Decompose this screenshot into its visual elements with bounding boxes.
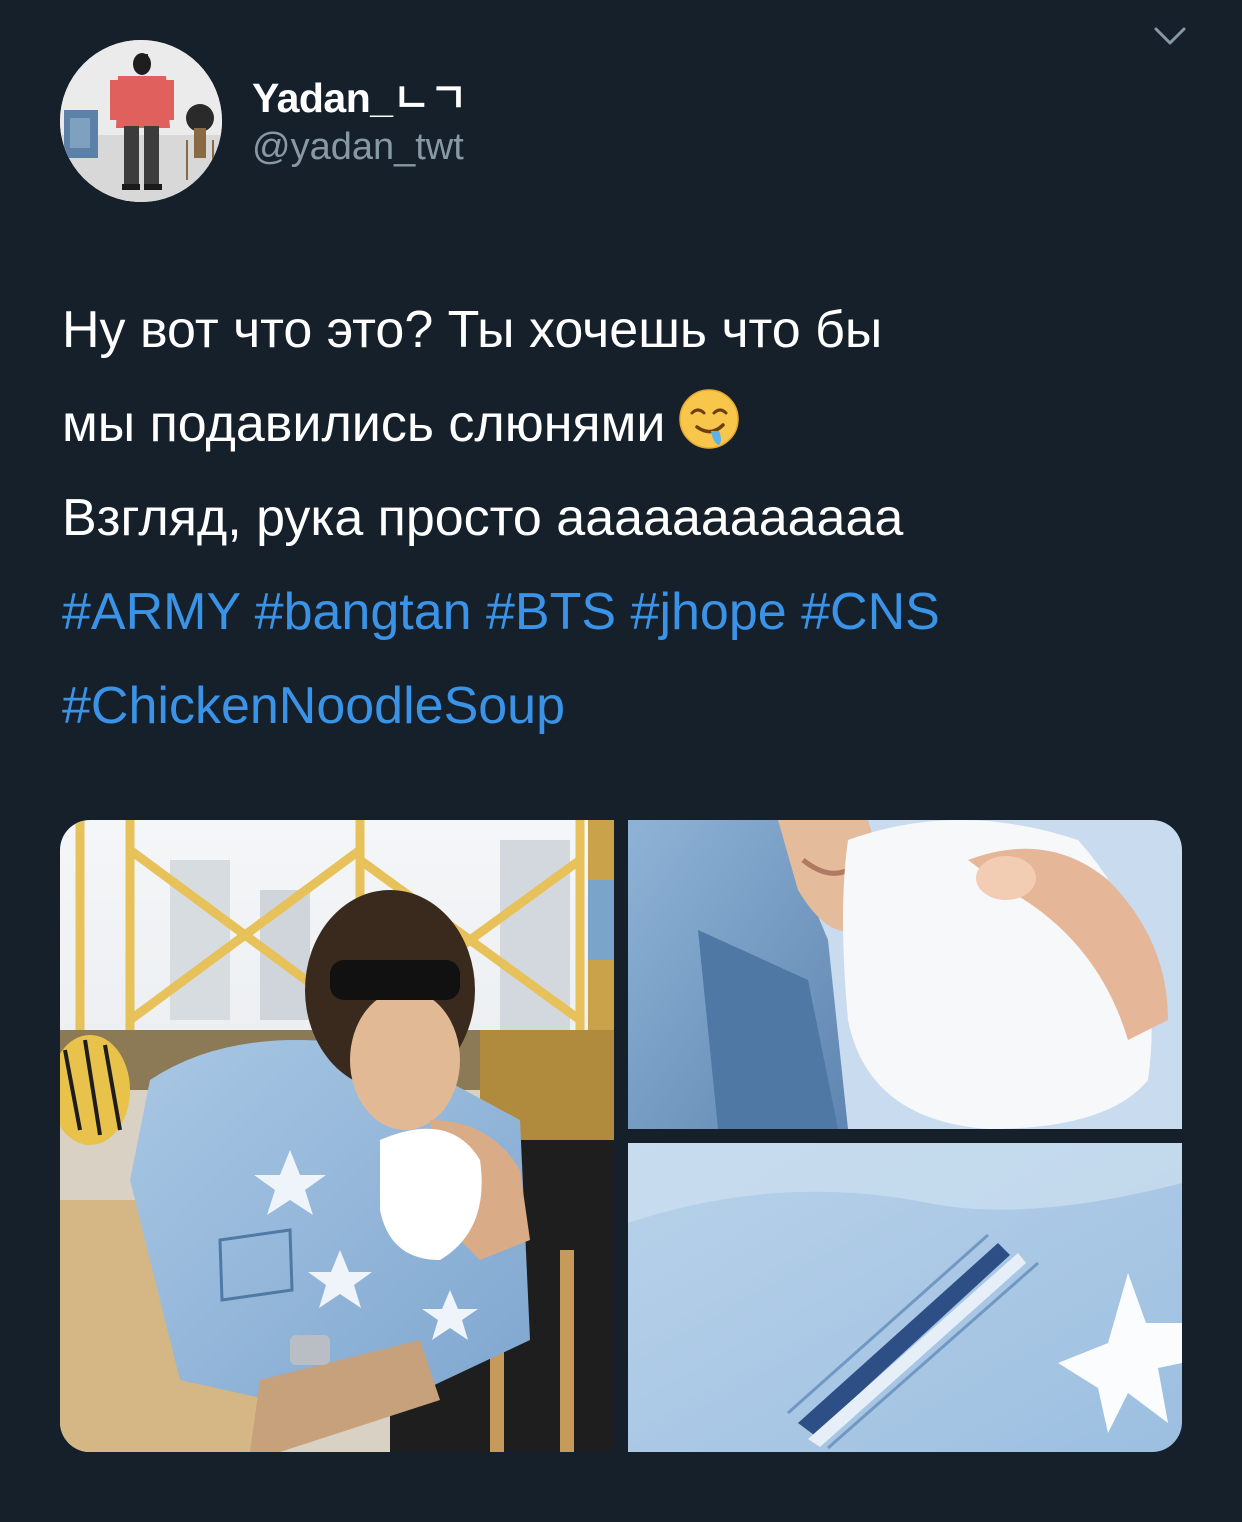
avatar[interactable] <box>60 40 222 202</box>
chevron-down-icon[interactable] <box>1150 22 1190 50</box>
denim-pocket-closeup-photo[interactable] <box>628 1143 1182 1452</box>
hashtag-chickennoodlesoup[interactable]: #ChickenNoodleSoup <box>62 677 565 735</box>
user-handle[interactable]: @yadan_twt <box>252 126 464 169</box>
hashtag-jhope[interactable]: #jhope <box>631 583 787 641</box>
hashtag-bangtan[interactable]: #bangtan <box>255 583 472 641</box>
drooling-face-icon <box>677 387 741 451</box>
man-in-denim-jacket-photo[interactable] <box>60 820 614 1452</box>
towel-closeup-photo[interactable] <box>628 820 1182 1129</box>
hashtag-bts[interactable]: #BTS <box>486 583 616 641</box>
tweet-text-line-2: мы подавились слюнями <box>62 377 1202 471</box>
hashtags-line-2: #ChickenNoodleSoup <box>62 659 1202 753</box>
display-name[interactable]: Yadan_ㄴㄱ <box>252 64 468 124</box>
tweet-card: Yadan_ㄴㄱ @yadan_twt Ну вот что это? Ты х… <box>0 0 1242 1522</box>
tweet-text: Ну вот что это? Ты хочешь что бы мы пода… <box>62 283 1202 753</box>
hashtags-line-1: #ARMY #bangtan #BTS #jhope #CNS <box>62 565 1202 659</box>
hashtag-army[interactable]: #ARMY <box>62 583 240 641</box>
hashtag-cns[interactable]: #CNS <box>801 583 940 641</box>
tweet-text-line-2-text: мы подавились слюнями <box>62 395 666 453</box>
media-grid <box>60 820 1182 1452</box>
tweet-text-line-3: Взгляд, рука просто аааааааааааа <box>62 489 904 547</box>
tweet-text-line-1: Ну вот что это? Ты хочешь что бы <box>62 301 883 359</box>
